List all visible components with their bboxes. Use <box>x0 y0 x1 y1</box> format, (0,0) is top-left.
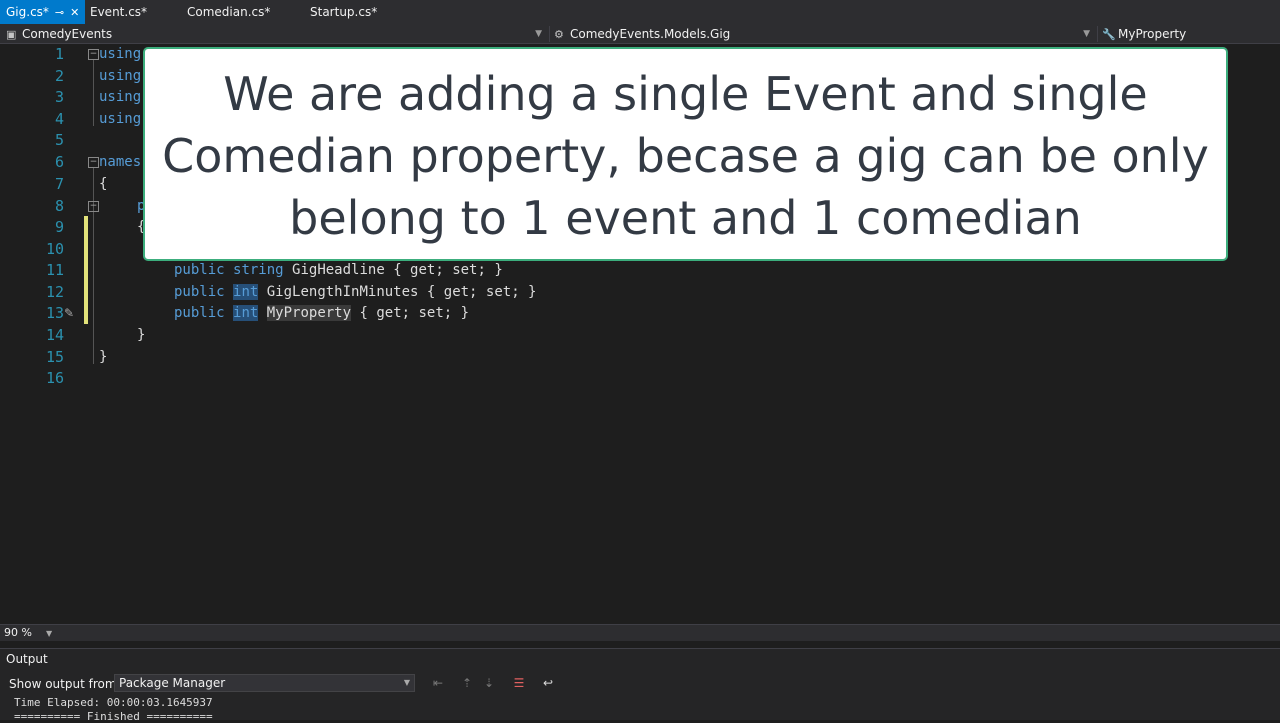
tab-label: Startup.cs* <box>310 5 378 19</box>
wrench-icon: 🔧 <box>1102 28 1116 41</box>
tab-gig-cs[interactable]: Gig.cs* ⊸ ✕ <box>0 0 85 24</box>
line-number: 5 <box>54 131 64 149</box>
tab-comedian-cs[interactable]: Comedian.cs* <box>181 0 276 24</box>
output-source-select[interactable]: Package Manager ▼ <box>114 674 415 692</box>
collapse-icon[interactable]: − <box>88 49 99 60</box>
code-line-2: using <box>99 68 142 84</box>
line-number: 12 <box>45 283 64 301</box>
outline-guide <box>93 168 94 364</box>
selected-source: Package Manager <box>119 676 226 690</box>
code-line-4: using <box>99 111 142 127</box>
pin-icon[interactable]: ⊸ <box>55 1 64 25</box>
member-dropdown[interactable]: 🔧 MyProperty <box>1102 24 1272 44</box>
line-number: 4 <box>54 110 64 128</box>
line-number: 14 <box>45 326 64 344</box>
quick-actions-icon[interactable]: ✎ <box>64 306 74 320</box>
document-tab-bar: Gig.cs* ⊸ ✕ Event.cs* Comedian.cs* Startup… <box>0 0 1280 26</box>
collapse-icon[interactable]: − <box>88 201 99 212</box>
line-number: 3 <box>54 88 64 106</box>
project-dropdown[interactable]: ▣ ComedyEvents ▼ <box>6 24 546 44</box>
member-name: MyProperty <box>1118 27 1187 41</box>
project-icon: ▣ <box>6 28 17 41</box>
tab-label: Event.cs* <box>90 5 148 19</box>
line-number: 2 <box>54 67 64 85</box>
code-line-7: { <box>99 176 108 192</box>
annotation-overlay: We are adding a single Event and single … <box>143 47 1228 261</box>
tab-startup-cs[interactable]: Startup.cs* <box>304 0 383 24</box>
code-line-14: } <box>137 327 146 343</box>
chevron-down-icon: ▼ <box>535 29 542 39</box>
code-line-12: public int GigLengthInMinutes { get; set… <box>174 284 537 300</box>
zoom-level: 90 % <box>4 626 32 639</box>
next-message-icon[interactable]: ⇣ <box>481 675 497 691</box>
outline-guide <box>93 60 94 126</box>
code-line-11: public string GigHeadline { get; set; } <box>174 262 503 278</box>
divider <box>1097 26 1098 42</box>
line-number: 16 <box>45 369 64 387</box>
line-number: 11 <box>45 261 64 279</box>
navigation-bar: ▣ ComedyEvents ▼ ⚙ ComedyEvents.Models.Gig ▼… <box>0 24 1280 44</box>
panel-title: Output <box>6 652 48 666</box>
chevron-down-icon: ▼ <box>1083 29 1090 39</box>
close-icon[interactable]: ✕ <box>70 1 79 25</box>
output-line: ========== Finished ========== <box>14 710 213 723</box>
line-number: 15 <box>45 348 64 366</box>
show-output-label: Show output from: <box>9 677 121 691</box>
line-number: 1 <box>54 45 64 63</box>
line-number: 13 <box>45 304 64 322</box>
output-panel: Output Show output from: Package Manager… <box>0 648 1280 723</box>
chevron-down-icon: ▼ <box>403 678 410 687</box>
line-number: 9 <box>54 218 64 236</box>
type-dropdown[interactable]: ⚙ ComedyEvents.Models.Gig ▼ <box>554 24 1094 44</box>
class-icon: ⚙ <box>554 28 564 41</box>
tab-label: Gig.cs* <box>6 5 49 19</box>
code-line-1: using <box>99 46 142 62</box>
project-name: ComedyEvents <box>22 27 113 41</box>
output-line: Time Elapsed: 00:00:03.1645937 <box>14 696 213 709</box>
code-line-15: } <box>99 349 108 365</box>
line-number: 6 <box>54 153 64 171</box>
divider <box>549 26 550 42</box>
type-name: ComedyEvents.Models.Gig <box>570 27 731 41</box>
tab-label: Comedian.cs* <box>187 5 271 19</box>
collapse-icon[interactable]: − <box>88 157 99 168</box>
change-indicator <box>84 216 88 324</box>
previous-message-icon[interactable]: ⇡ <box>459 675 475 691</box>
word-wrap-icon[interactable]: ↩ <box>540 675 556 691</box>
line-number: 10 <box>45 240 64 258</box>
code-line-6: names <box>99 154 142 170</box>
clear-all-icon[interactable]: ☰ <box>511 675 527 691</box>
code-line-13: public int MyProperty { get; set; } <box>174 305 470 321</box>
find-message-icon[interactable]: ⇤ <box>430 675 446 691</box>
editor-status-strip: 90 % ▼ <box>0 624 1280 641</box>
chevron-down-icon: ▼ <box>45 629 53 638</box>
line-number: 8 <box>54 197 64 215</box>
tab-event-cs[interactable]: Event.cs* <box>84 0 153 24</box>
line-number: 7 <box>54 175 64 193</box>
zoom-dropdown[interactable]: 90 % ▼ <box>4 625 52 642</box>
code-line-3: using <box>99 89 142 105</box>
